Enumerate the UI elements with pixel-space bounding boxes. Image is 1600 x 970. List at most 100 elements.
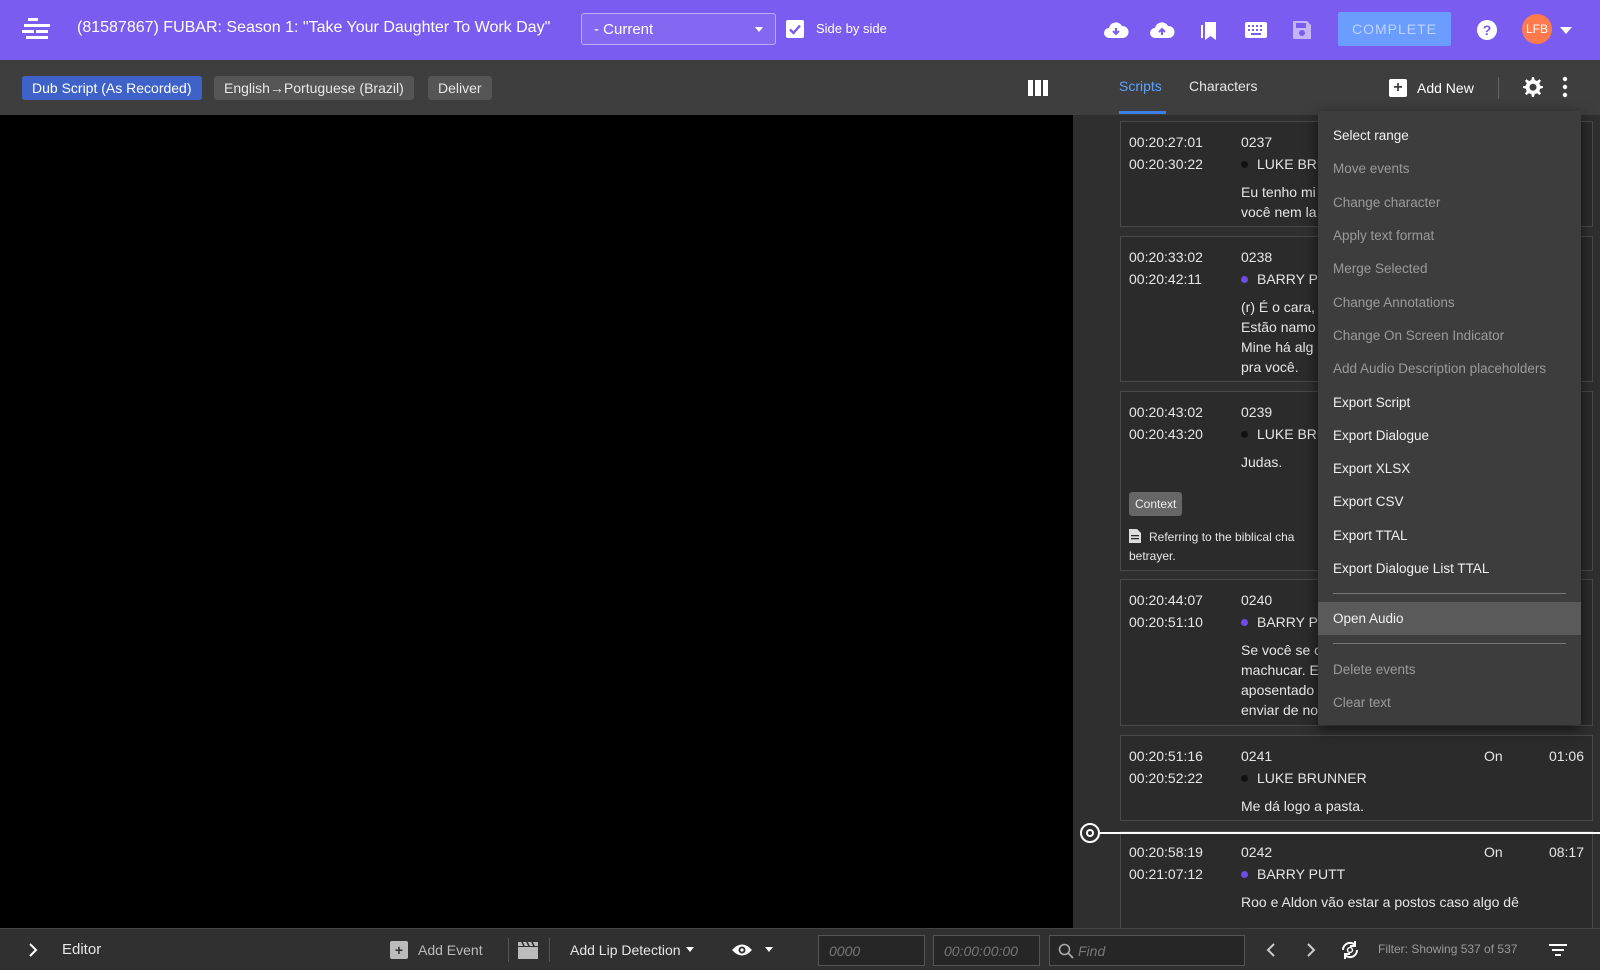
event-text-line: aposentado [1241, 682, 1315, 698]
gear-icon[interactable] [1520, 75, 1544, 99]
event-start: 00:20:43:02 [1129, 404, 1203, 420]
tab-characters[interactable]: Characters [1189, 78, 1257, 94]
character-color-dot [1241, 870, 1248, 878]
menu-item-export-script[interactable]: Export Script [1318, 385, 1581, 418]
event-character: BARRY PUTT [1241, 866, 1345, 882]
event-text-line: Roo e Aldon vão estar a postos caso algo… [1241, 894, 1519, 910]
menu-item-move-events[interactable]: Move events [1318, 152, 1581, 185]
side-by-side-checkbox[interactable] [786, 20, 804, 38]
context-text: Referring to the biblical cha [1149, 530, 1295, 544]
event-end: 00:20:30:22 [1129, 156, 1203, 172]
timecode-input[interactable]: 00:00:00:00 [933, 935, 1040, 966]
script-toolbar: Dub Script (As Recorded) English→Portugu… [0, 60, 1073, 115]
caret-down-icon [685, 947, 694, 952]
cloud-download-icon[interactable] [1102, 16, 1130, 44]
menu-item-export-dialogue-list-ttal[interactable]: Export Dialogue List TTAL [1318, 552, 1581, 585]
save-icon[interactable] [1288, 16, 1316, 44]
event-card[interactable]: 00:20:58:19 00:21:07:12 0242 On 08:17 BA… [1120, 831, 1593, 928]
menu-item-change-annotations[interactable]: Change Annotations [1318, 285, 1581, 318]
video-player[interactable] [0, 115, 1073, 928]
menu-item-open-audio[interactable]: Open Audio [1318, 602, 1581, 636]
add-lip-detection-label: Add Lip Detection [570, 941, 681, 958]
version-select[interactable]: - Current [581, 13, 776, 45]
event-card[interactable]: 00:20:51:16 00:20:52:22 0241 On 01:06 LU… [1120, 735, 1593, 821]
find-placeholder: Find [1078, 942, 1106, 959]
on-screen-indicator: On [1484, 748, 1503, 764]
add-new-button[interactable]: + Add New [1389, 76, 1474, 100]
bookmarks-icon[interactable] [1195, 16, 1223, 44]
cloud-upload-icon[interactable] [1148, 16, 1176, 44]
chip-language-pair[interactable]: English→Portuguese (Brazil) [214, 76, 414, 100]
keyboard-icon[interactable] [1242, 16, 1270, 44]
context-text: betrayer. [1129, 549, 1176, 563]
character-color-dot [1241, 275, 1248, 283]
event-character: LUKE BRU [1241, 156, 1327, 172]
chevron-left-icon[interactable] [1266, 929, 1276, 970]
clapperboard-icon[interactable] [518, 929, 538, 970]
app-header: (81587867) FUBAR: Season 1: "Take Your D… [0, 0, 1600, 60]
plus-icon: + [390, 940, 408, 959]
chevron-right-icon[interactable] [28, 929, 38, 970]
event-text-line: Mine há alg [1241, 339, 1314, 355]
refresh-search-icon[interactable] [1340, 929, 1360, 970]
add-lip-detection-dropdown[interactable]: Add Lip Detection [570, 929, 694, 970]
event-end: 00:20:52:22 [1129, 770, 1203, 786]
menu-item-export-dialogue[interactable]: Export Dialogue [1318, 419, 1581, 452]
menu-item-delete-events[interactable]: Delete events [1318, 652, 1581, 685]
playhead-handle[interactable] [1080, 823, 1100, 843]
complete-button[interactable]: COMPLETE [1338, 12, 1451, 46]
chip-dub-script[interactable]: Dub Script (As Recorded) [22, 76, 202, 100]
event-start: 00:20:51:16 [1129, 748, 1203, 764]
event-number-input[interactable]: 0000 [818, 935, 925, 966]
menu-item-add-audio-description[interactable]: Add Audio Description placeholders [1318, 352, 1581, 385]
event-duration: 08:17 [1548, 844, 1584, 860]
character-color-dot [1241, 774, 1248, 782]
event-start: 00:20:27:01 [1129, 134, 1203, 150]
character-name: BARRY PI [1257, 614, 1322, 630]
add-event-button[interactable]: + Add Event [390, 929, 483, 970]
character-name: LUKE BRU [1257, 156, 1328, 172]
event-end: 00:21:07:12 [1129, 866, 1203, 882]
more-vert-icon[interactable] [1561, 76, 1569, 98]
menu-item-change-character[interactable]: Change character [1318, 186, 1581, 219]
menu-item-change-on-screen-indicator[interactable]: Change On Screen Indicator [1318, 319, 1581, 352]
avatar[interactable]: LFB [1522, 14, 1552, 44]
logo-icon[interactable] [22, 16, 52, 42]
menu-item-clear-text[interactable]: Clear text [1318, 686, 1581, 719]
character-color-dot [1241, 430, 1248, 438]
menu-item-export-xlsx[interactable]: Export XLSX [1318, 452, 1581, 485]
menu-divider [1333, 593, 1566, 595]
event-end: 00:20:51:10 [1129, 614, 1203, 630]
version-select-value: - Current [594, 21, 654, 38]
menu-item-export-ttal[interactable]: Export TTAL [1318, 519, 1581, 552]
eye-icon[interactable] [731, 929, 753, 970]
menu-item-apply-text-format[interactable]: Apply text format [1318, 219, 1581, 252]
character-name: LUKE BRUNNER [1257, 770, 1367, 786]
filter-list-icon[interactable] [1549, 929, 1567, 970]
tab-scripts[interactable]: Scripts [1119, 78, 1162, 94]
panel-tabs: Scripts Characters + Add New [1073, 60, 1600, 115]
checkmark-icon [789, 24, 801, 35]
find-input[interactable]: Find [1049, 935, 1245, 966]
menu-item-merge-selected[interactable]: Merge Selected [1318, 252, 1581, 285]
chevron-down-icon [755, 27, 763, 32]
event-character: LUKE BRUNNER [1241, 770, 1367, 786]
chevron-down-icon[interactable] [1560, 27, 1572, 34]
event-number: 0238 [1241, 249, 1273, 265]
side-by-side-label: Side by side [816, 21, 887, 36]
event-text-line: Se você se c [1241, 642, 1322, 658]
filter-status: Filter: Showing 537 of 537 [1378, 942, 1518, 956]
playhead-line[interactable] [1083, 832, 1600, 834]
menu-item-select-range[interactable]: Select range [1318, 119, 1581, 152]
menu-divider [1333, 643, 1566, 645]
help-icon[interactable]: ? [1473, 16, 1501, 44]
chevron-right-icon[interactable] [1306, 929, 1316, 970]
event-text-line: pra você. [1241, 359, 1299, 375]
tab-indicator [1119, 111, 1166, 114]
columns-icon[interactable] [1028, 80, 1048, 96]
menu-item-export-csv[interactable]: Export CSV [1318, 485, 1581, 518]
event-text-line: Estão namo [1241, 319, 1316, 335]
chip-deliver[interactable]: Deliver [428, 76, 492, 100]
caret-down-icon[interactable] [765, 929, 773, 970]
event-end: 00:20:43:20 [1129, 426, 1203, 442]
